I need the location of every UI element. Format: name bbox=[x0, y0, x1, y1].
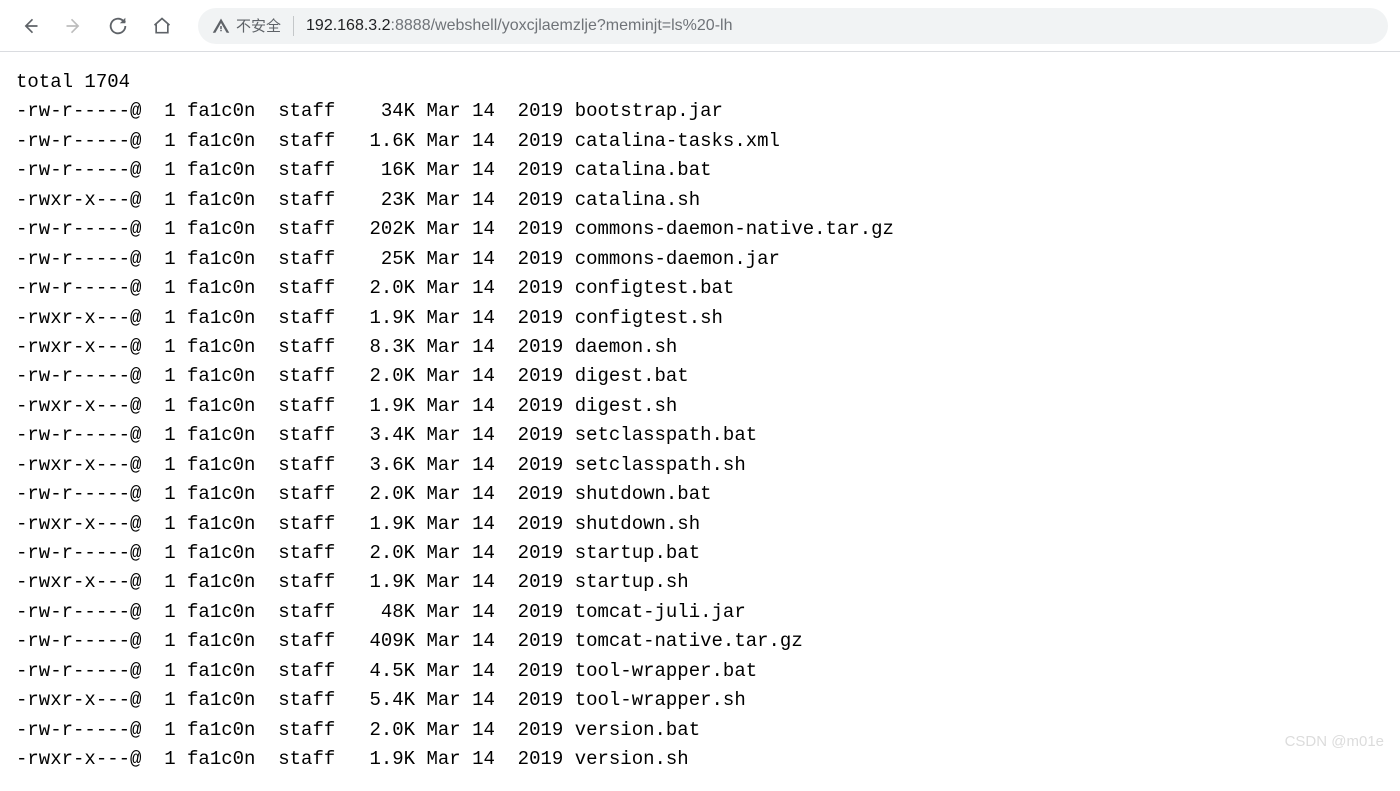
address-url: 192.168.3.2:8888/webshell/yoxcjlaemzlje?… bbox=[306, 17, 732, 35]
warning-icon bbox=[212, 17, 230, 35]
address-separator bbox=[293, 16, 294, 36]
home-icon bbox=[152, 16, 172, 36]
reload-icon bbox=[107, 15, 129, 37]
arrow-right-icon bbox=[64, 16, 84, 36]
watermark: CSDN @m01e bbox=[1285, 733, 1384, 750]
address-bar[interactable]: 不安全 192.168.3.2:8888/webshell/yoxcjlaemz… bbox=[198, 8, 1388, 44]
back-button[interactable] bbox=[12, 8, 48, 44]
browser-toolbar: 不安全 192.168.3.2:8888/webshell/yoxcjlaemz… bbox=[0, 0, 1400, 52]
url-host: 192.168.3.2 bbox=[306, 17, 391, 34]
forward-button[interactable] bbox=[56, 8, 92, 44]
page-body-listing: total 1704 -rw-r-----@ 1 fa1c0n staff 34… bbox=[0, 52, 1400, 791]
insecure-label: 不安全 bbox=[236, 15, 281, 36]
reload-button[interactable] bbox=[100, 8, 136, 44]
url-path: :8888/webshell/yoxcjlaemzlje?meminjt=ls%… bbox=[391, 17, 733, 34]
home-button[interactable] bbox=[144, 8, 180, 44]
insecure-badge[interactable]: 不安全 bbox=[212, 15, 281, 36]
arrow-left-icon bbox=[20, 16, 40, 36]
